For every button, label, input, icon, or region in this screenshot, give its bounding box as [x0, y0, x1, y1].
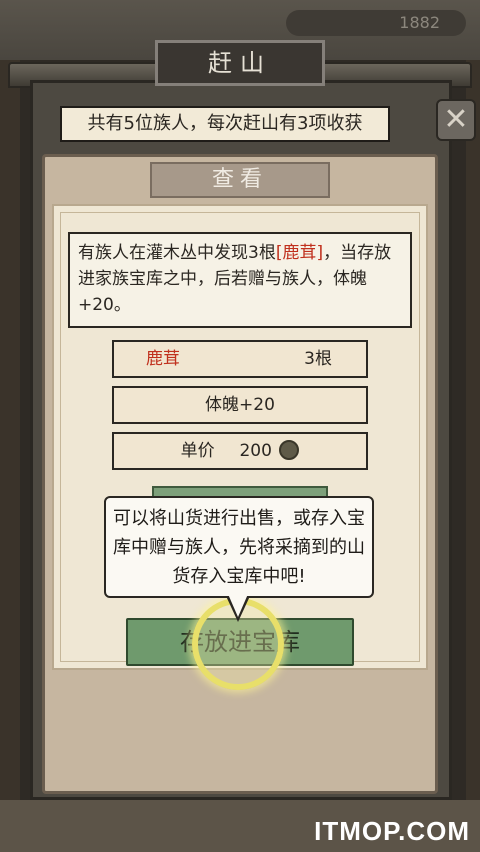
page-title: 赶山 — [155, 40, 325, 86]
message-highlight: [鹿茸] — [275, 243, 324, 263]
tooltip-tail-inner — [228, 594, 248, 617]
watermark: ITMOP.COM — [314, 816, 470, 846]
item-name: 鹿茸 — [146, 349, 180, 369]
price-row: 单价 200 — [112, 432, 368, 470]
event-message: 有族人在灌木丛中发现3根[鹿茸]，当存放进家族宝库之中，后若赠与族人，体魄+20… — [68, 232, 412, 328]
price-value: 200 — [239, 441, 272, 461]
background-left — [0, 60, 20, 820]
price-label: 单价 — [180, 441, 215, 461]
coin-icon — [279, 440, 300, 460]
item-quantity: 3根 — [304, 349, 332, 369]
resource-counter: 1882 — [286, 10, 466, 36]
tutorial-tooltip: 可以将山货进行出售，或存入宝库中赠与族人，先将采摘到的山货存入宝库中吧! — [104, 496, 374, 598]
close-button[interactable]: ✕ — [436, 99, 476, 141]
background-right — [466, 60, 480, 820]
effect-row: 体魄+20 — [112, 386, 368, 424]
price-line: 单价 200 — [114, 434, 366, 468]
item-effect: 体魄+20 — [205, 395, 275, 415]
message-text: 有族人在灌木丛中发现3根 — [78, 243, 276, 263]
info-bar: 共有5位族人，每次赶山有3项收获 — [60, 106, 390, 142]
tab-view: 查看 — [150, 162, 330, 198]
item-row: 鹿茸 3根 — [112, 340, 368, 378]
